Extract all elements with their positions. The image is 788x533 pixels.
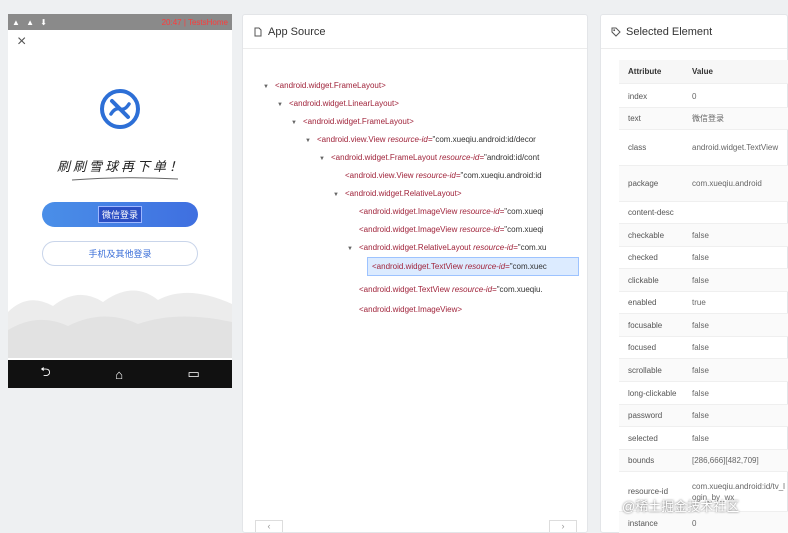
expand-caret-icon[interactable]: ▼ bbox=[347, 240, 359, 258]
mountain-background bbox=[8, 290, 232, 358]
close-icon[interactable]: × bbox=[17, 34, 26, 50]
table-row: checked false bbox=[619, 247, 788, 269]
table-row: bounds [286,666][482,709] bbox=[619, 450, 788, 472]
tree-node[interactable]: ▼ <android.widget.LinearLayout> bbox=[277, 95, 399, 114]
expand-caret-icon[interactable]: ▼ bbox=[277, 96, 289, 114]
slogan-text: 刷刷雪球再下单！ bbox=[56, 160, 185, 175]
status-time: 20:47 | TestsHome bbox=[161, 17, 228, 27]
scroll-right-button[interactable]: › bbox=[549, 520, 577, 532]
table-row: password false bbox=[619, 405, 788, 427]
recent-apps-icon[interactable]: ▭ bbox=[187, 366, 199, 382]
file-icon bbox=[254, 27, 262, 36]
app-source-title: App Source bbox=[268, 25, 326, 38]
table-row: checkable false bbox=[619, 224, 788, 247]
table-row: scrollable false bbox=[619, 359, 788, 382]
table-row: class android.widget.TextView bbox=[619, 130, 788, 166]
value-column-header: Value bbox=[692, 67, 713, 76]
table-row: selected false bbox=[619, 427, 788, 450]
expand-caret-icon[interactable]: ▼ bbox=[291, 114, 303, 132]
tree-node-selected[interactable]: <android.widget.TextView resource-id="co… bbox=[367, 257, 579, 276]
expand-caret-icon[interactable]: ▼ bbox=[263, 78, 275, 96]
tree-node[interactable]: ▼ <android.widget.RelativeLayout> bbox=[333, 185, 462, 204]
selected-element-header: Selected Element bbox=[601, 15, 787, 49]
status-icons: ▲ ▲ ⬇ bbox=[12, 17, 49, 27]
tag-icon bbox=[611, 27, 621, 37]
app-source-panel: App Source ▼ <android.widget.FrameLayout>… bbox=[242, 14, 588, 533]
table-row: enabled true bbox=[619, 292, 788, 314]
table-row: clickable false bbox=[619, 269, 788, 292]
app-source-header: App Source bbox=[243, 15, 587, 49]
tree-node[interactable]: <android.widget.ImageView resource-id="c… bbox=[347, 221, 579, 239]
table-row: focusable false bbox=[619, 314, 788, 337]
device-screen[interactable]: ▲ ▲ ⬇ 20:47 | TestsHome × 刷刷雪球再下单！ 微信登录 … bbox=[8, 14, 232, 388]
wechat-login-label: 微信登录 bbox=[97, 206, 143, 223]
table-row: index 0 bbox=[619, 86, 788, 108]
xueqiu-logo-icon bbox=[100, 89, 140, 129]
table-row: instance 0 bbox=[619, 512, 788, 533]
attribute-column-header: Attribute bbox=[628, 67, 662, 76]
status-bar: ▲ ▲ ⬇ 20:47 | TestsHome bbox=[8, 14, 232, 30]
tree-node[interactable]: ▼ <android.widget.FrameLayout> bbox=[291, 113, 414, 132]
home-icon[interactable]: ⌂ bbox=[115, 367, 123, 382]
table-header-row: Attribute Value bbox=[619, 60, 788, 84]
table-row: content-desc bbox=[619, 202, 788, 224]
table-row: long-clickable false bbox=[619, 382, 788, 405]
tree-node[interactable]: ▼ <android.widget.RelativeLayout resource… bbox=[347, 239, 579, 258]
tree-node[interactable]: ▼ <android.widget.FrameLayout resource-id… bbox=[319, 149, 579, 168]
phone-login-button[interactable]: 手机及其他登录 bbox=[42, 241, 198, 266]
selected-element-panel: Selected Element Attribute Value index 0 … bbox=[600, 14, 788, 533]
tree-node[interactable]: <android.widget.ImageView resource-id="c… bbox=[347, 203, 579, 221]
expand-caret-icon[interactable]: ▼ bbox=[319, 150, 331, 168]
table-row: package com.xueqiu.android bbox=[619, 166, 788, 202]
back-icon[interactable]: ⮌ bbox=[40, 363, 50, 385]
wechat-login-button[interactable]: 微信登录 bbox=[42, 202, 198, 227]
tree-node[interactable]: ▼ <android.widget.FrameLayout> bbox=[263, 77, 386, 96]
table-row: text 微信登录 bbox=[619, 108, 788, 130]
tree-node[interactable]: ▼ <android.view.View resource-id="com.xue… bbox=[305, 131, 579, 150]
scroll-left-button[interactable]: ‹ bbox=[255, 520, 283, 532]
table-row: focused false bbox=[619, 337, 788, 359]
source-scroll-controls: ‹ › bbox=[249, 520, 579, 532]
tree-node[interactable]: <android.widget.ImageView> bbox=[347, 301, 462, 319]
android-nav-bar: ⮌ ⌂ ▭ bbox=[8, 360, 232, 388]
selected-element-title: Selected Element bbox=[626, 25, 713, 38]
expand-caret-icon[interactable]: ▼ bbox=[333, 186, 345, 204]
expand-caret-icon[interactable]: ▼ bbox=[305, 132, 317, 150]
tree-node[interactable]: <android.view.View resource-id="com.xueq… bbox=[333, 167, 579, 185]
watermark-text: @稀土掘金技术社区 bbox=[622, 499, 740, 514]
slogan-underline bbox=[71, 177, 179, 181]
tree-node[interactable]: <android.widget.TextView resource-id="co… bbox=[347, 281, 579, 299]
